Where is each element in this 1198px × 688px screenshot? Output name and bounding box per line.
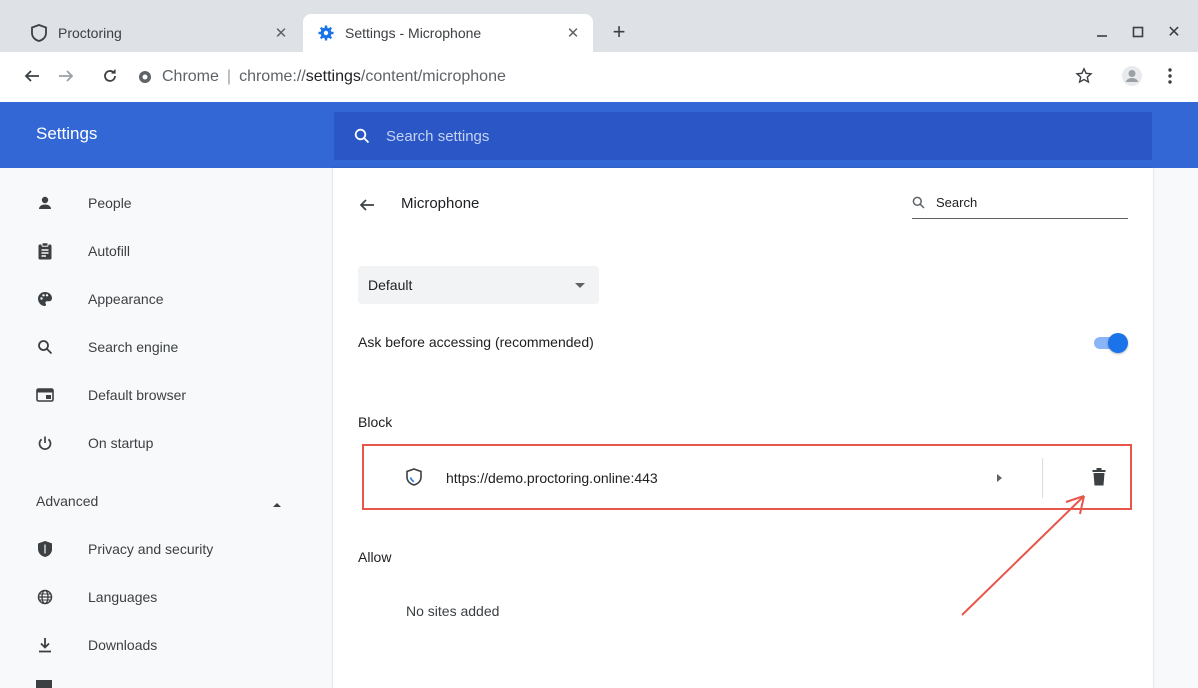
chevron-up-icon[interactable] [272,496,282,514]
url-scheme: chrome:// [239,68,306,85]
allow-empty-message: No sites added [406,603,500,619]
browser-toolbar: Chrome | chrome://settings/content/micro… [0,52,1198,103]
sidebar-item-appearance[interactable]: Appearance [0,275,333,323]
site-search-input[interactable]: Search [912,192,1128,219]
dropdown-arrow-icon [575,282,585,288]
ask-before-accessing-label: Ask before accessing (recommended) [358,334,594,350]
download-icon [34,637,56,653]
tab-title: Settings - Microphone [345,25,482,41]
new-tab-button[interactable]: + [605,18,633,46]
sidebar-item-label: Languages [88,589,158,605]
search-icon [354,128,370,144]
search-placeholder: Search settings [386,127,490,145]
sidebar-item-label: Autofill [88,243,131,259]
sidebar-item-autofill[interactable]: Autofill [0,227,333,275]
back-button[interactable] [18,62,46,90]
settings-header: Settings Search settings [0,102,1198,168]
sidebar-item-languages[interactable]: Languages [0,573,333,621]
sidebar-item-label: Downloads [88,637,158,653]
microphone-device-select[interactable]: Default [358,266,599,304]
search-icon [34,339,56,355]
forward-button[interactable] [52,62,80,90]
tab-title: Proctoring [58,25,122,41]
profile-avatar[interactable] [1118,62,1146,90]
back-arrow-icon[interactable] [355,193,379,217]
close-tab-icon[interactable]: ✕ [563,23,583,43]
maximize-button[interactable] [1122,18,1154,46]
sidebar-item-on-startup[interactable]: On startup [0,419,333,467]
sidebar-item-label: Privacy and security [88,541,214,557]
tab-settings-microphone[interactable]: Settings - Microphone ✕ [303,14,593,52]
sidebar-item-search-engine[interactable]: Search engine [0,323,333,371]
sidebar-item-label: On startup [88,435,154,451]
annotation-arrow [961,495,1085,616]
printer-icon [36,680,52,688]
advanced-section-label[interactable]: Advanced [36,493,98,509]
search-icon [912,196,925,214]
browser-icon [34,388,56,402]
shield-outline-icon [30,24,48,42]
close-tab-icon[interactable]: ✕ [271,23,291,43]
menu-kebab-icon[interactable] [1156,62,1184,90]
close-window-button[interactable]: ✕ [1158,18,1190,46]
allow-heading: Allow [358,549,392,565]
chrome-icon [138,70,152,84]
bookmark-star-icon[interactable] [1070,62,1098,90]
sidebar-item-label: Appearance [88,291,164,307]
person-icon [34,195,56,211]
sidebar-item-label: People [88,195,132,211]
ask-before-accessing-toggle[interactable] [1092,333,1128,353]
address-bar[interactable]: Chrome | chrome://settings/content/micro… [138,61,1108,93]
globe-icon [34,589,56,605]
shield-outline-icon [406,468,422,491]
settings-search-input[interactable]: Search settings [334,112,1152,160]
tab-proctoring[interactable]: Proctoring ✕ [16,14,301,52]
scrollbar[interactable] [1178,168,1198,688]
device-select-value: Default [368,277,413,293]
omnibox-separator: | [226,68,232,85]
gear-icon [317,24,335,42]
sidebar-item-label: Default browser [88,387,187,403]
clipboard-icon [34,242,56,260]
sidebar-item-people[interactable]: People [0,179,333,227]
shield-icon [34,540,56,558]
settings-title: Settings [36,124,98,143]
site-search-label: Search [936,195,978,210]
sidebar-item-privacy[interactable]: Privacy and security [0,525,333,573]
power-icon [34,435,56,451]
sidebar-item-downloads[interactable]: Downloads [0,621,333,669]
minimize-button[interactable] [1086,18,1118,46]
toggle-thumb [1108,333,1128,353]
url-host: settings [305,68,361,85]
site-label: Chrome [162,68,219,85]
blocked-site-url[interactable]: https://demo.proctoring.online:443 [446,470,658,486]
sidebar-item-label: Search engine [88,339,179,355]
url-path: /content/microphone [360,68,506,85]
reload-button[interactable] [96,62,124,90]
palette-icon [34,291,56,307]
page-title: Microphone [401,195,480,212]
sidebar-item-default-browser[interactable]: Default browser [0,371,333,419]
block-heading: Block [358,414,393,430]
